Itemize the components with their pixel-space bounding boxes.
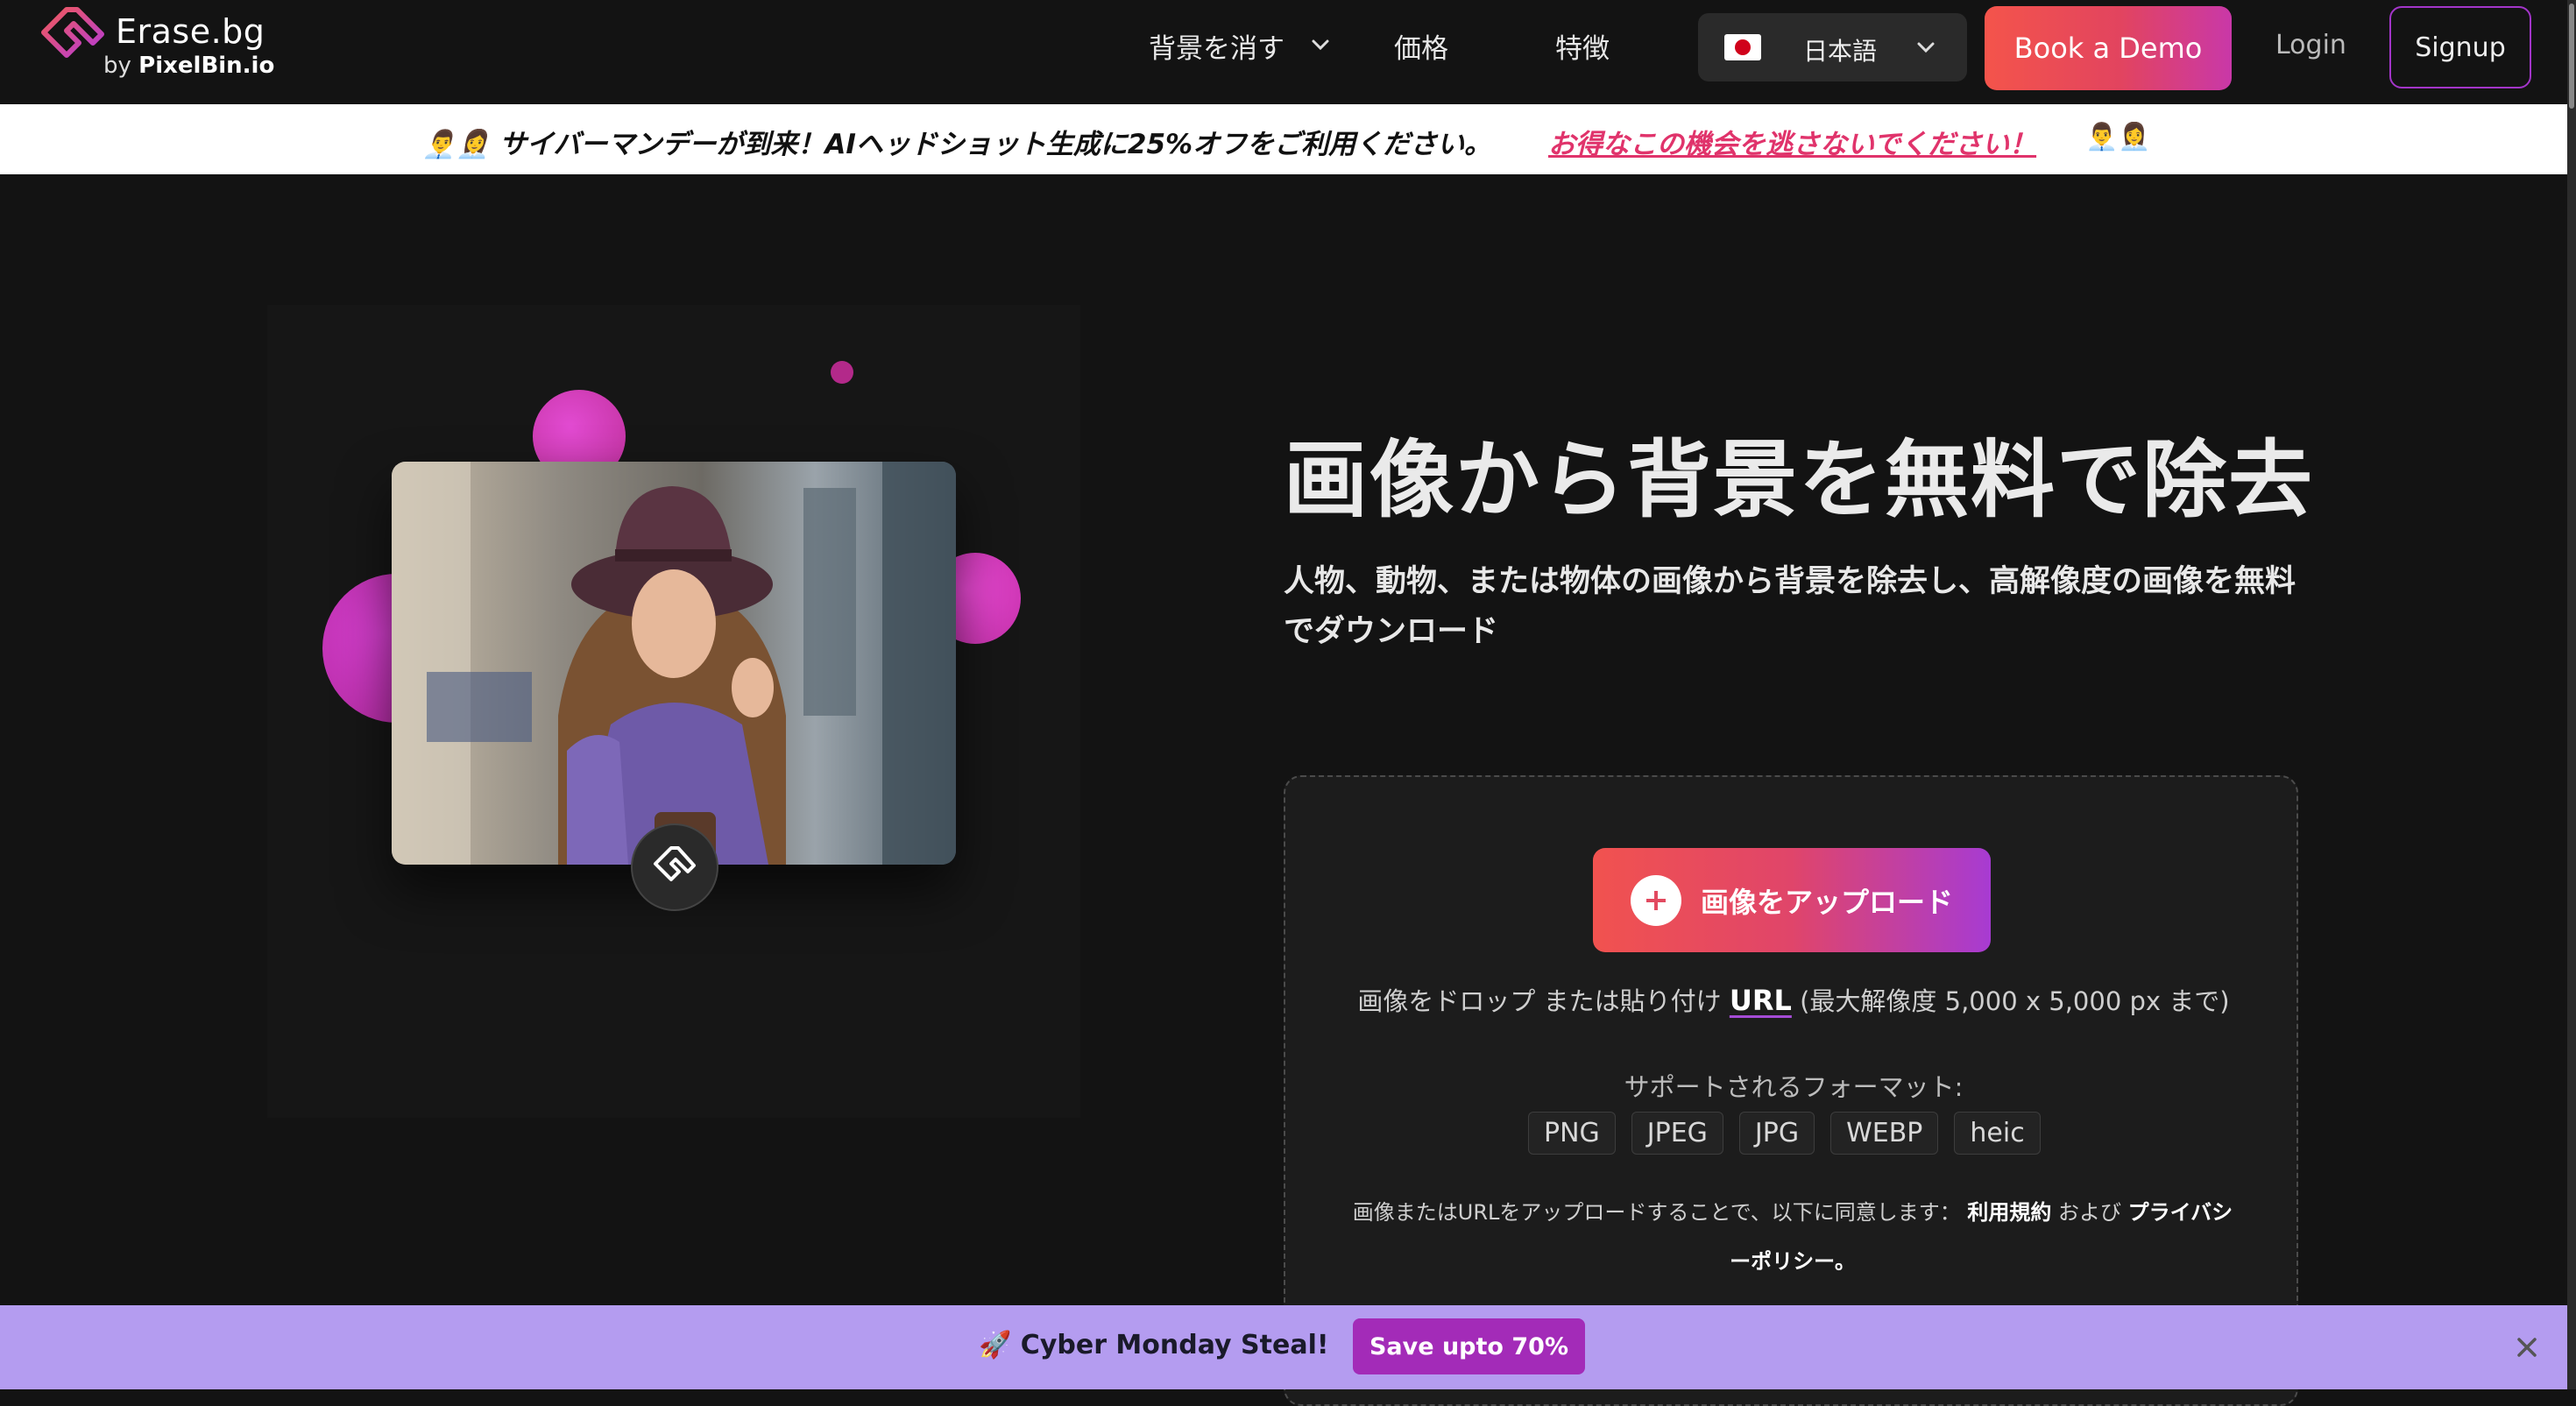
format-chip-list: PNG JPEG JPG WEBP heic (1528, 1112, 2041, 1155)
promo-link[interactable]: お得なこの機会を逃さないでください！ (1548, 122, 2036, 161)
logo-title[interactable]: Erase.bg (116, 12, 265, 51)
logo-subtitle: by PixelBin.io (103, 53, 274, 79)
woman-in-hat-illustration (392, 462, 956, 865)
drop-hint: 画像をドロップ または貼り付け URL (最大解像度 5,000 x 5,000… (1355, 981, 2232, 1018)
plus-icon (1630, 874, 1681, 926)
terms-prefix: 画像またはURLをアップロードすることで、以下に同意します： (1352, 1200, 1961, 1225)
nav-remove-background[interactable]: 背景を消す (1149, 26, 1284, 66)
format-chip-webp: WEBP (1830, 1112, 1939, 1155)
supported-formats-label: サポートされるフォーマット: (1624, 1072, 1964, 1102)
signup-button[interactable]: Signup (2389, 6, 2531, 88)
hero-subtitle: 人物、動物、または物体の画像から背景を除去し、高解像度の画像を無料でダウンロード (1284, 564, 2296, 649)
nav-pricing[interactable]: 価格 (1394, 26, 1448, 66)
top-navbar: Erase.bg by PixelBin.io 背景を消す 価格 特徴 日本語 … (0, 0, 2567, 104)
upload-image-button[interactable]: 画像をアップロード (1593, 848, 1991, 952)
drop-hint-prefix: 画像をドロップ または貼り付け (1357, 986, 1722, 1016)
language-select[interactable]: 日本語 (1698, 13, 1967, 81)
promo-text: 👨‍💼👩‍💼 サイバーマンデーが到来！AIヘッドショット生成に25%オフをご利用… (422, 122, 1491, 161)
format-chip-heic: heic (1954, 1112, 2041, 1155)
promo-emoji-left: 👨‍💼👩‍💼 (422, 129, 491, 160)
login-link[interactable]: Login (2275, 30, 2346, 60)
promo-strip: 👨‍💼👩‍💼 サイバーマンデーが到来！AIヘッドショット生成に25%オフをご利用… (0, 104, 2567, 174)
chevron-down-icon[interactable] (1307, 32, 1334, 58)
drop-hint-suffix: (最大解像度 5,000 x 5,000 px まで) (1800, 986, 2230, 1016)
logo-sub-brand: PixelBin.io (138, 53, 275, 79)
sale-banner: 🚀 Cyber Monday Steal! Save upto 70% (0, 1305, 2567, 1389)
decorative-dot (831, 361, 853, 384)
hero-sample-photo (392, 462, 956, 865)
scrollbar-thumb[interactable] (2569, 4, 2574, 109)
save-offer-button[interactable]: Save upto 70% (1353, 1318, 1585, 1374)
erase-bg-badge-icon (631, 823, 718, 911)
terms-notice: 画像またはURLをアップロードすることで、以下に同意します： 利用規約 および … (1349, 1188, 2236, 1286)
upload-button-label: 画像をアップロード (1700, 885, 1953, 919)
scrollbar[interactable] (2567, 0, 2576, 1389)
japan-flag-icon (1724, 34, 1761, 60)
chevron-down-icon (1917, 42, 1935, 53)
paste-url-link[interactable]: URL (1730, 984, 1792, 1017)
terms-of-use-link[interactable]: 利用規約 (1967, 1200, 2051, 1225)
format-chip-jpeg: JPEG (1631, 1112, 1723, 1155)
sale-banner-text: 🚀 Cyber Monday Steal! (979, 1330, 1329, 1360)
logo-sub-prefix: by (103, 53, 139, 79)
terms-and: および (2058, 1200, 2122, 1225)
promo-message: サイバーマンデーが到来！AIヘッドショット生成に25%オフをご利用ください。 (499, 129, 1492, 160)
erase-bg-logo-icon[interactable] (40, 6, 105, 60)
hero-title: 画像から背景を無料で除去 (1284, 431, 2314, 529)
close-icon[interactable] (2511, 1332, 2543, 1363)
promo-emoji-right: 👨‍💼👩‍💼 (2085, 122, 2151, 152)
format-chip-jpg: JPG (1738, 1112, 1815, 1155)
format-chip-png: PNG (1528, 1112, 1616, 1155)
language-label: 日本語 (1803, 37, 1878, 66)
nav-features[interactable]: 特徴 (1555, 26, 1610, 66)
book-demo-button[interactable]: Book a Demo (1985, 6, 2232, 90)
